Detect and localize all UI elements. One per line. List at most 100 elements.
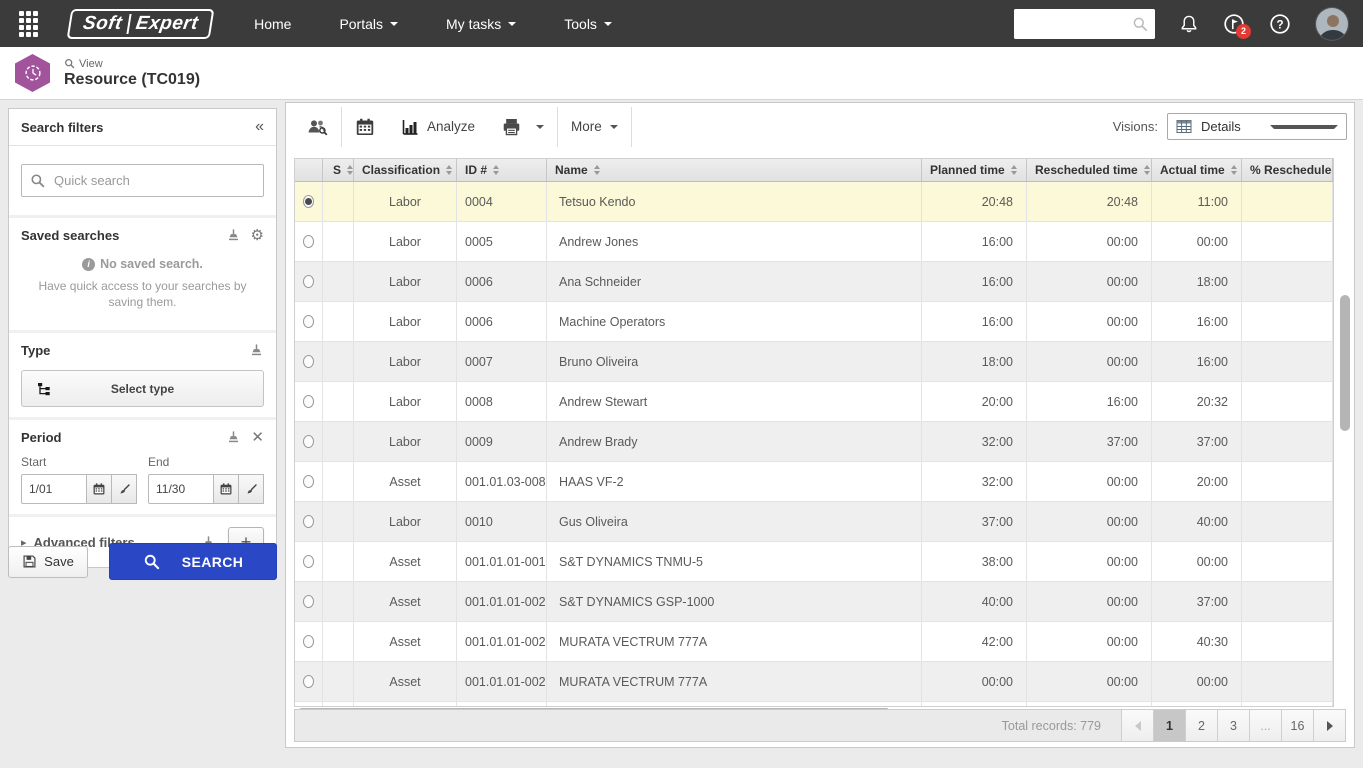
column-header-id[interactable]: ID #	[457, 159, 547, 181]
cell-actual-time: 40:00	[1152, 502, 1242, 542]
row-radio[interactable]	[303, 315, 314, 328]
cell-classification: Labor	[354, 182, 457, 222]
table-row[interactable]: Labor 0008 Andrew Stewart 20:00 16:00 20…	[295, 382, 1333, 422]
help-button[interactable]: ?	[1269, 13, 1291, 35]
nav-tools[interactable]: Tools	[564, 16, 612, 32]
saved-searches-empty-state: i No saved search. Have quick access to …	[21, 243, 264, 320]
search-filters-header: Search filters «	[9, 109, 276, 145]
cell-name: Bruno Oliveira	[547, 342, 922, 382]
table-row[interactable]: Labor 0006 Machine Operators 16:00 00:00…	[295, 302, 1333, 342]
more-button[interactable]: More	[558, 107, 631, 147]
row-radio[interactable]	[303, 635, 314, 648]
sort-icon	[1144, 165, 1150, 175]
row-radio-cell	[295, 702, 323, 707]
table-row[interactable]: Labor 0007 Bruno Oliveira 18:00 00:00 16…	[295, 342, 1333, 382]
pending-tasks-button[interactable]: 2	[1223, 13, 1245, 35]
column-header-planned-time[interactable]: Planned time	[922, 159, 1027, 181]
table-row[interactable]	[295, 702, 1333, 707]
cell-planned-time: 20:48	[922, 182, 1027, 222]
analyze-button[interactable]: Analyze	[388, 107, 488, 147]
table-row[interactable]: Labor 0006 Ana Schneider 16:00 00:00 18:…	[295, 262, 1333, 302]
row-radio[interactable]	[303, 355, 314, 368]
logo-slash	[126, 14, 131, 34]
prev-page-button[interactable]	[1121, 710, 1153, 741]
column-header-actual-time[interactable]: Actual time	[1152, 159, 1242, 181]
row-radio[interactable]	[303, 195, 314, 208]
clear-date-button[interactable]	[112, 474, 137, 504]
saved-searches-title: Saved searches	[21, 228, 119, 243]
column-header-rescheduled-time[interactable]: Rescheduled time	[1027, 159, 1152, 181]
table-body: Labor 0004 Tetsuo Kendo 20:48 20:48 11:0…	[295, 182, 1333, 707]
cell-rescheduled-time: 00:00	[1027, 542, 1152, 582]
end-date-input[interactable]	[148, 474, 214, 504]
search-button[interactable]: SEARCH	[109, 543, 277, 580]
column-header-name[interactable]: Name	[547, 159, 922, 181]
select-type-button[interactable]: Select type	[21, 370, 264, 407]
row-radio[interactable]	[303, 435, 314, 448]
collapse-panel-icon[interactable]: «	[255, 119, 264, 135]
table-row[interactable]: Asset 001.01.01-001 S&T DYNAMICS TNMU-5 …	[295, 542, 1333, 582]
clear-filter-icon[interactable]	[226, 228, 241, 243]
clear-date-button[interactable]	[239, 474, 264, 504]
row-radio[interactable]	[303, 515, 314, 528]
page-button-16[interactable]: 16	[1281, 710, 1313, 741]
clear-filter-icon[interactable]	[226, 430, 241, 445]
pager: 1 2 3 ... 16	[1121, 710, 1345, 741]
visions-dropdown[interactable]: Details	[1167, 113, 1347, 140]
cell-planned-time: 16:00	[922, 302, 1027, 342]
row-radio[interactable]	[303, 595, 314, 608]
row-radio-cell	[295, 422, 323, 462]
close-icon[interactable]: ✕	[251, 430, 264, 445]
softexpert-logo[interactable]: Soft Expert	[67, 9, 215, 39]
page-button-2[interactable]: 2	[1185, 710, 1217, 741]
page-button-3[interactable]: 3	[1217, 710, 1249, 741]
user-resources-button[interactable]	[293, 107, 341, 147]
no-saved-search-text: No saved search.	[100, 257, 203, 271]
cell-rescheduled-time: 37:00	[1027, 422, 1152, 462]
nav-home[interactable]: Home	[254, 16, 291, 32]
table-row[interactable]: Labor 0004 Tetsuo Kendo 20:48 20:48 11:0…	[295, 182, 1333, 222]
row-radio[interactable]	[303, 275, 314, 288]
table-row[interactable]: Asset 001.01.01-0021 MURATA VECTRUM 777A…	[295, 622, 1333, 662]
cell-name: MURATA VECTRUM 777A	[547, 662, 922, 702]
table-row[interactable]: Labor 0010 Gus Oliveira 37:00 00:00 40:0…	[295, 502, 1333, 542]
gear-icon[interactable]: ⚙	[251, 228, 264, 243]
row-radio[interactable]	[303, 675, 314, 688]
calendar-button[interactable]	[87, 474, 112, 504]
column-header-pct-rescheduled[interactable]: % Rescheduled	[1242, 159, 1333, 181]
table-row[interactable]: Asset 001.01.03-008 HAAS VF-2 32:00 00:0…	[295, 462, 1333, 502]
row-radio[interactable]	[303, 395, 314, 408]
bar-chart-icon	[401, 118, 419, 136]
vertical-scrollbar-thumb[interactable]	[1340, 295, 1350, 431]
table-row[interactable]: Labor 0005 Andrew Jones 16:00 00:00 00:0…	[295, 222, 1333, 262]
table-row[interactable]: Asset 001.01.01-002 S&T DYNAMICS GSP-100…	[295, 582, 1333, 622]
table-row[interactable]: Asset 001.01.01-0021 MURATA VECTRUM 777A…	[295, 662, 1333, 702]
table-row[interactable]: Labor 0009 Andrew Brady 32:00 37:00 37:0…	[295, 422, 1333, 462]
page-ellipsis: ...	[1249, 710, 1281, 741]
start-date-input[interactable]	[21, 474, 87, 504]
row-radio[interactable]	[303, 475, 314, 488]
calendar-view-button[interactable]	[342, 107, 388, 147]
column-header-s[interactable]: S	[323, 159, 354, 181]
cell-planned-time: 16:00	[922, 262, 1027, 302]
calendar-button[interactable]	[214, 474, 239, 504]
cell-planned-time: 16:00	[922, 222, 1027, 262]
app-launcher-icon[interactable]	[15, 11, 41, 37]
total-records-label: Total records: 779	[1002, 719, 1101, 733]
cell-classification	[354, 702, 457, 707]
row-radio[interactable]	[303, 235, 314, 248]
nav-portals[interactable]: Portals	[339, 16, 398, 32]
next-page-button[interactable]	[1313, 710, 1345, 741]
print-button[interactable]	[488, 107, 557, 147]
quick-search-input[interactable]	[21, 164, 264, 197]
cell-planned-time: 42:00	[922, 622, 1027, 662]
notifications-bell-button[interactable]	[1179, 14, 1199, 34]
user-avatar[interactable]	[1315, 7, 1349, 41]
nav-my-tasks[interactable]: My tasks	[446, 16, 516, 32]
column-header-classification[interactable]: Classification	[354, 159, 457, 181]
save-button[interactable]: Save	[8, 546, 88, 578]
clear-filter-icon[interactable]	[249, 343, 264, 358]
help-icon: ?	[1269, 13, 1291, 35]
page-button-1[interactable]: 1	[1153, 710, 1185, 741]
row-radio[interactable]	[303, 555, 314, 568]
